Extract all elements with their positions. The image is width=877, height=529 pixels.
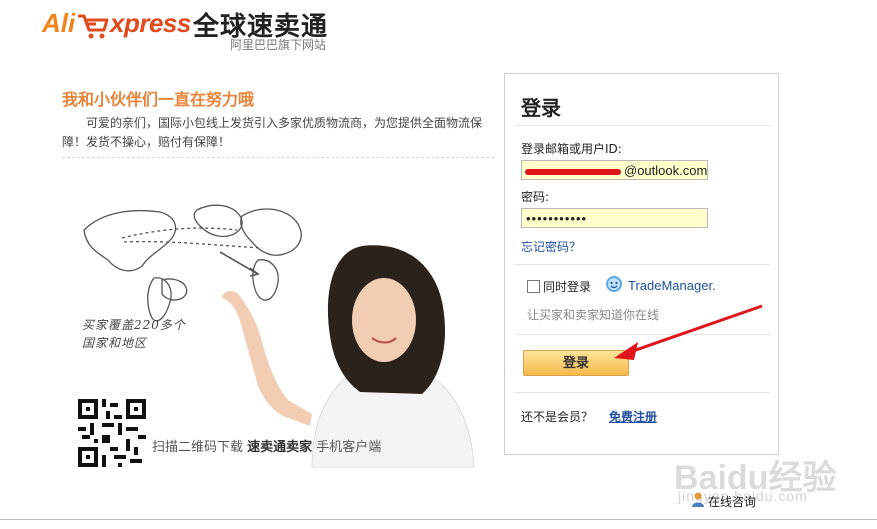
- email-label: 登录邮箱或用户ID:: [521, 142, 622, 156]
- login-divider: [515, 264, 770, 265]
- promo-divider: [62, 157, 494, 158]
- login-divider: [515, 334, 770, 335]
- online-consult-link[interactable]: 在线咨询: [692, 492, 757, 510]
- not-member-text: 还不是会员？: [521, 410, 594, 424]
- map-continent-south-america: [147, 277, 172, 322]
- map-arrow: [219, 251, 260, 277]
- email-visible-text: @outlook.com: [624, 163, 708, 178]
- aliexpress-logo[interactable]: Ali xpress 全球速卖通 阿里巴巴旗下网站: [42, 6, 342, 52]
- trademanager-icon: [606, 276, 622, 292]
- map-continent-africa: [252, 259, 279, 301]
- forgot-password-link[interactable]: 忘记密码？: [521, 238, 581, 255]
- promo-title: 我和小伙伴们一直在努力哦: [62, 90, 255, 109]
- qr-suffix: 手机客户端: [312, 440, 382, 455]
- map-coverage-line1: 买家覆盖220多个: [82, 318, 186, 332]
- login-title: 登录: [521, 96, 561, 120]
- password-field[interactable]: •••••••••••: [521, 208, 708, 228]
- login-button[interactable]: 登录: [523, 350, 629, 376]
- person-icon: [692, 492, 704, 507]
- qr-app-name: 速卖通卖家: [247, 440, 313, 455]
- map-continent-europe: [193, 204, 243, 238]
- qr-code-icon: [78, 399, 146, 467]
- online-hint: 让买家和卖家知道你在线: [527, 308, 660, 322]
- login-panel: 登录 登录邮箱或用户ID: @outlook.com 密码: •••••••••…: [504, 73, 779, 455]
- logo-xpress-text: xpress: [110, 8, 191, 38]
- online-consult-label: 在线咨询: [708, 495, 757, 509]
- logo-subtitle: 阿里巴巴旗下网站: [230, 38, 327, 52]
- logo-ali-text: Ali: [42, 8, 76, 38]
- map-coverage-line2: 国家和地区: [82, 336, 148, 350]
- login-divider: [515, 125, 770, 126]
- email-field[interactable]: @outlook.com: [521, 160, 708, 180]
- free-register-link[interactable]: 免费注册: [609, 408, 657, 425]
- qr-download-text: 扫描二维码下载 速卖通卖家 手机客户端: [152, 436, 381, 455]
- map-route: [123, 240, 263, 249]
- map-continent-asia: [240, 208, 302, 256]
- qr-prefix: 扫描二维码下载: [152, 440, 248, 455]
- cart-icon: [78, 14, 109, 39]
- login-divider: [515, 392, 770, 393]
- email-redaction-mark: [525, 169, 621, 175]
- simultaneous-login-checkbox[interactable]: [527, 280, 540, 293]
- promo-text: 可爱的亲们，国际小包线上发货引入多家优质物流商，为您提供全面物流保障！发货不操心…: [62, 116, 483, 149]
- trademanager-label[interactable]: TradeManager.: [628, 278, 716, 293]
- map-continent-north-america: [83, 209, 177, 272]
- woman-photo: [222, 245, 475, 469]
- page-bottom-line: [0, 519, 877, 520]
- password-label: 密码:: [521, 190, 550, 204]
- simultaneous-login-label: 同时登录: [543, 280, 592, 294]
- map-coverage-note: 买家覆盖220多个 国家和地区: [82, 316, 186, 352]
